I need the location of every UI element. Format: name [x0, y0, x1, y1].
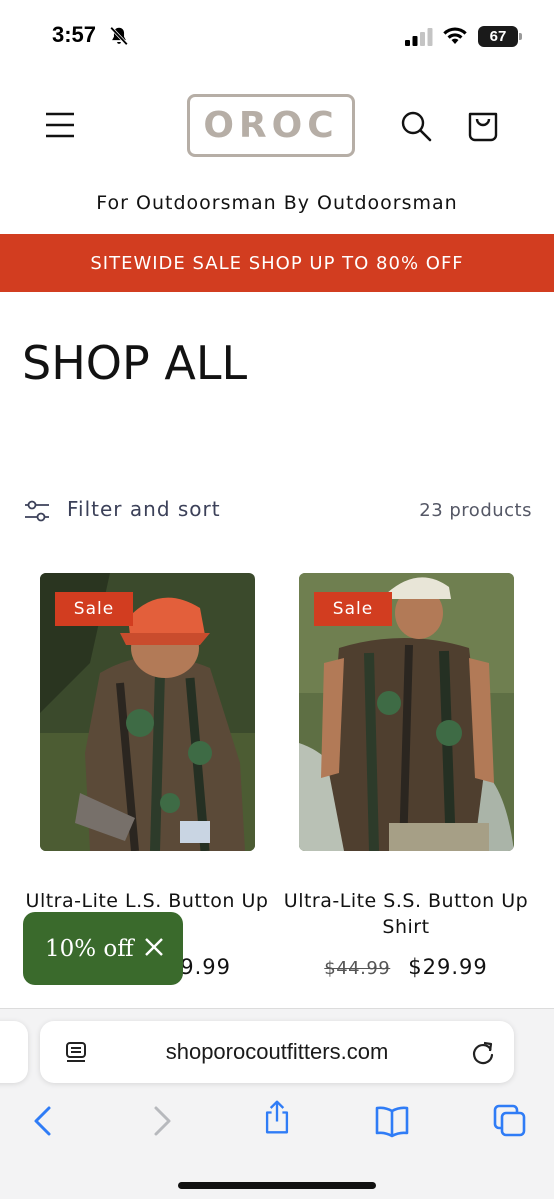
previous-tab[interactable]: [0, 1021, 28, 1083]
home-indicator: [178, 1182, 376, 1189]
back-icon[interactable]: [26, 1103, 62, 1139]
wifi-icon: [443, 27, 467, 44]
page-title: SHOP ALL: [22, 336, 248, 390]
status-bar: 3:57 67: [0, 0, 554, 72]
url-text: shoporocoutfitters.com: [165, 1039, 389, 1064]
product-count: 23 products: [419, 500, 532, 521]
battery-icon: 67: [478, 26, 522, 47]
sale-banner-text: SITEWIDE SALE SHOP UP TO 80% OFF: [90, 252, 464, 274]
filter-and-sort-button[interactable]: Filter and sort: [67, 497, 221, 521]
product-price: 9.99: [180, 955, 231, 979]
store-tagline: For Outdoorsman By Outdoorsman: [96, 192, 458, 214]
address-bar[interactable]: shoporocoutfitters.com: [40, 1021, 514, 1083]
sale-badge: Sale: [314, 592, 392, 626]
filter-row: Filter and sort 23 products: [24, 494, 532, 528]
product-title[interactable]: Ultra-Lite L.S. Button Up: [18, 888, 276, 914]
forward-icon[interactable]: [144, 1103, 180, 1139]
hamburger-menu-icon[interactable]: [44, 110, 76, 140]
search-icon[interactable]: [400, 110, 432, 142]
bookmarks-icon[interactable]: [374, 1103, 410, 1139]
product-price: $29.99: [408, 955, 488, 979]
bell-off-icon: [110, 26, 128, 46]
tabs-icon[interactable]: [492, 1103, 528, 1139]
close-icon[interactable]: [143, 936, 165, 958]
product-price-row: $44.99 $29.99: [277, 955, 535, 979]
cart-icon[interactable]: [467, 108, 499, 142]
logo-text: OROC: [203, 105, 339, 146]
store-logo[interactable]: OROC: [187, 94, 355, 157]
sale-announcement-banner[interactable]: SITEWIDE SALE SHOP UP TO 80% OFF: [0, 234, 554, 292]
filter-sliders-icon[interactable]: [24, 500, 50, 522]
discount-label: 10% off: [45, 935, 134, 962]
share-icon[interactable]: [259, 1099, 295, 1135]
status-time: 3:57: [52, 22, 97, 47]
discount-popup[interactable]: 10% off: [23, 912, 183, 985]
sale-badge: Sale: [55, 592, 133, 626]
compare-at-price: $44.99: [324, 958, 391, 979]
product-title[interactable]: Ultra-Lite S.S. Button Up Shirt: [277, 888, 535, 940]
reload-icon[interactable]: [470, 1040, 496, 1066]
browser-toolbar: shoporocoutfitters.com: [0, 1008, 554, 1199]
cellular-signal-icon: [405, 28, 433, 46]
